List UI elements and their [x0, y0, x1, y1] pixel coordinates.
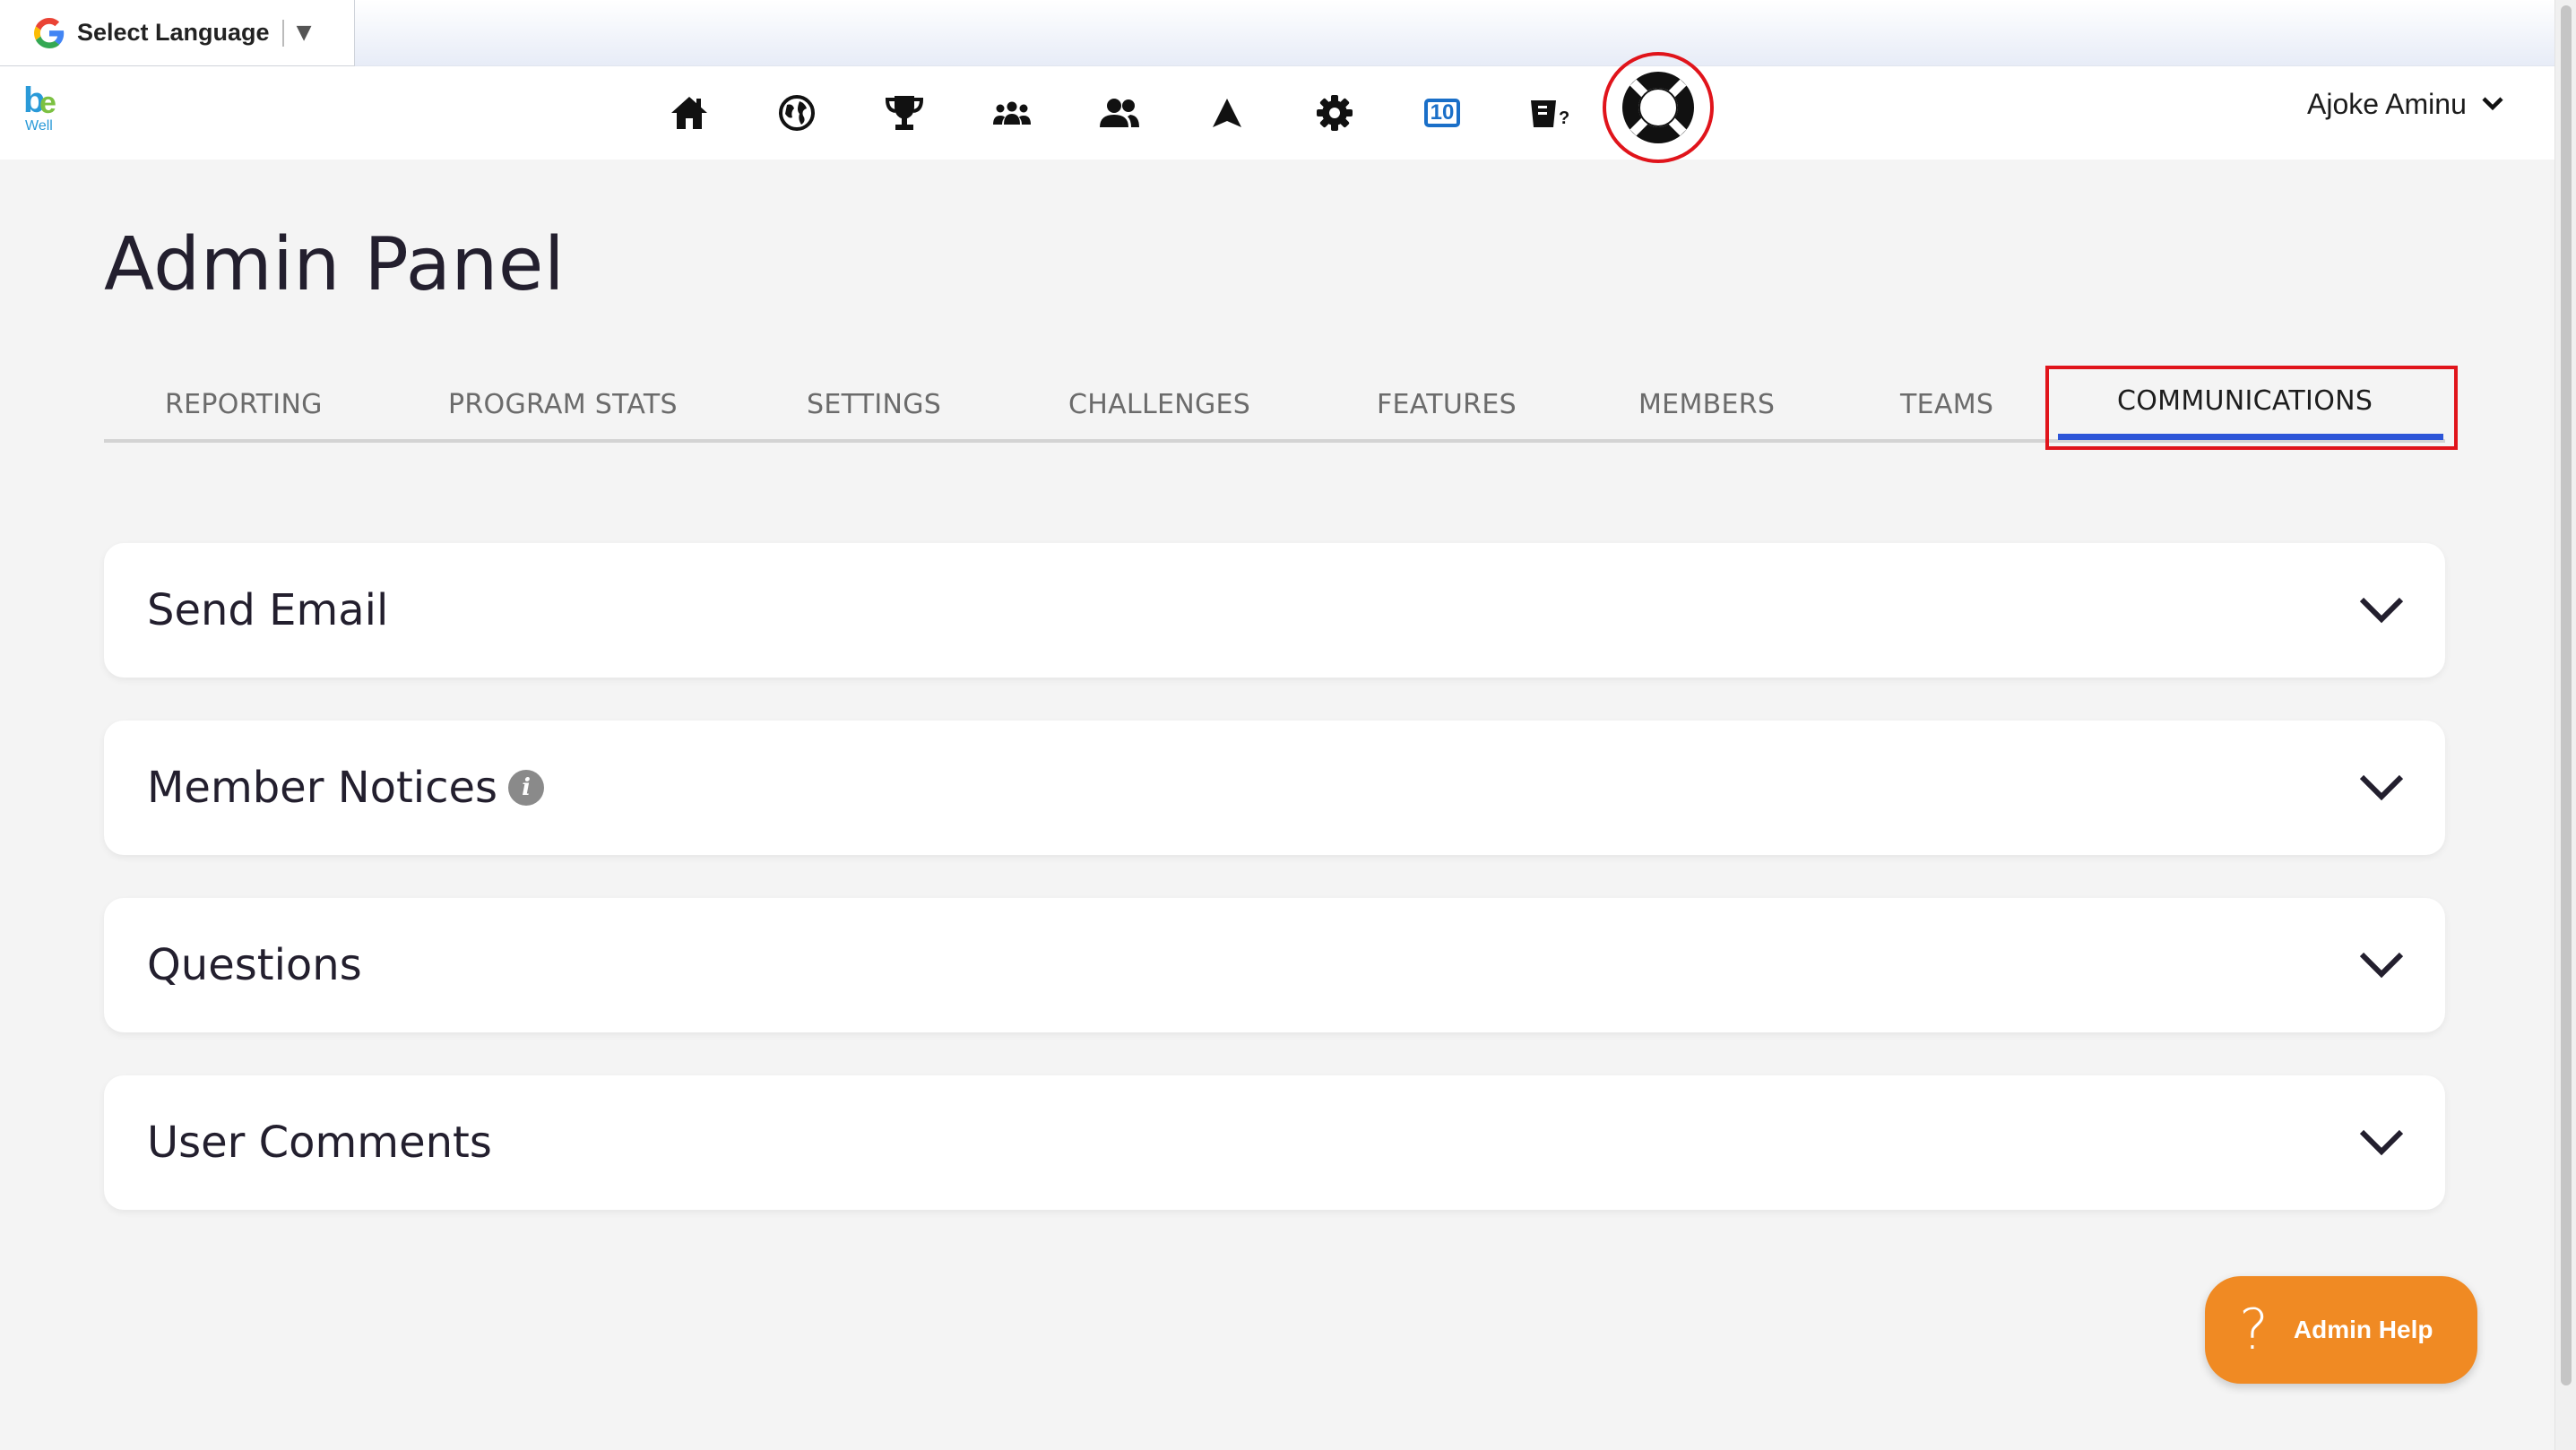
lifebuoy-help-icon[interactable]	[1603, 52, 1714, 163]
tab-teams[interactable]: TEAMS	[1900, 389, 1993, 420]
admin-help-label: Admin Help	[2293, 1316, 2433, 1343]
tab-challenges[interactable]: CHALLENGES	[1068, 389, 1250, 420]
select-language-label: Select Language	[77, 19, 270, 46]
section-title: User Comments	[147, 1118, 492, 1168]
translate-bar: Select Language ▼	[0, 0, 2554, 66]
admin-help-button[interactable]: ? Admin Help	[2205, 1276, 2477, 1384]
scrollbar[interactable]	[2554, 0, 2576, 1450]
section-user-comments[interactable]: User Comments	[104, 1075, 2445, 1210]
gear-icon[interactable]	[1308, 86, 1361, 140]
svg-text:?: ?	[1559, 108, 1569, 128]
ten-badge-icon[interactable]: 10	[1415, 86, 1469, 140]
top-navigation: b e Well 10 ?	[0, 66, 2554, 160]
language-selector[interactable]: Select Language ▼	[0, 0, 355, 66]
badge-value: 10	[1424, 99, 1460, 127]
chevron-down-icon[interactable]	[2357, 949, 2406, 981]
section-questions[interactable]: Questions	[104, 898, 2445, 1032]
logo-subtext: Well	[25, 118, 53, 134]
question-icon: ?	[2239, 1297, 2269, 1362]
section-title: Questions	[147, 940, 362, 990]
users-icon[interactable]	[1093, 86, 1146, 140]
section-title: Send Email	[147, 585, 389, 635]
info-icon[interactable]: i	[508, 770, 545, 806]
logo-letter-e: e	[39, 86, 56, 120]
navigation-arrow-icon[interactable]	[1200, 86, 1254, 140]
section-member-notices[interactable]: Member Notices i	[104, 721, 2445, 855]
tab-settings[interactable]: SETTINGS	[807, 389, 941, 420]
divider	[281, 19, 284, 47]
scrollbar-thumb[interactable]	[2561, 5, 2572, 1385]
chevron-down-icon[interactable]	[2357, 1126, 2406, 1159]
tab-reporting[interactable]: REPORTING	[165, 389, 323, 420]
brand-logo[interactable]: b e Well	[22, 81, 66, 140]
tab-program-stats[interactable]: PROGRAM STATS	[448, 389, 678, 420]
trophy-icon[interactable]	[877, 86, 931, 140]
tab-features[interactable]: FEATURES	[1377, 389, 1517, 420]
group-icon[interactable]	[985, 86, 1039, 140]
section-title: Member Notices	[147, 763, 498, 813]
tab-members[interactable]: MEMBERS	[1638, 389, 1775, 420]
user-menu[interactable]: Ajoke Aminu	[2307, 84, 2504, 124]
tab-highlight-box	[2045, 366, 2458, 450]
page-title: Admin Panel	[104, 222, 566, 307]
home-icon[interactable]	[662, 86, 716, 140]
chevron-down-icon	[2482, 97, 2503, 111]
dropdown-arrow-icon: ▼	[296, 22, 312, 44]
section-send-email[interactable]: Send Email	[104, 543, 2445, 678]
globe-icon[interactable]	[770, 86, 824, 140]
user-name: Ajoke Aminu	[2307, 87, 2467, 120]
google-icon	[34, 17, 65, 48]
chevron-down-icon[interactable]	[2357, 594, 2406, 626]
quiz-icon[interactable]: ?	[1523, 86, 1577, 140]
chevron-down-icon[interactable]	[2357, 772, 2406, 804]
